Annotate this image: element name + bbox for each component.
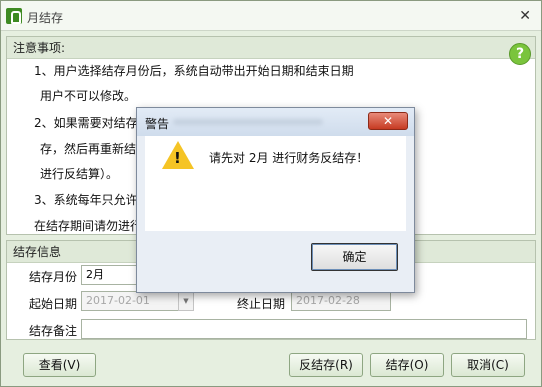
note-label: 结存备注	[29, 324, 78, 338]
notice-line-4: 存，然后再重新结	[40, 142, 137, 156]
dialog-ok-button[interactable]: 确定	[311, 243, 398, 271]
dialog-close-button[interactable]: ✕	[368, 112, 408, 130]
close-month-button[interactable]: 结存(O)	[370, 353, 444, 377]
end-date-label: 终止日期	[237, 297, 286, 311]
warning-exclamation: !	[174, 149, 181, 167]
notice-header: 注意事项:	[7, 37, 535, 59]
dialog-title-blurred-text	[173, 119, 323, 125]
window-close-button[interactable]: ✕	[519, 8, 531, 24]
notice-line-2: 用户不可以修改。	[40, 89, 137, 103]
warning-dialog: 警告 ✕ ! 请先对 2月 进行财务反结存！ 确定	[136, 107, 415, 293]
note-input[interactable]	[81, 319, 527, 339]
notice-line-1: 1、用户选择结存月份后，系统自动带出开始日期和结束日期	[34, 64, 354, 78]
window-title: 月结存	[27, 11, 64, 25]
notice-line-6: 3、系统每年只允许	[34, 193, 138, 207]
cancel-button[interactable]: 取消(C)	[451, 353, 525, 377]
notice-line-3: 2、如果需要对结存	[34, 116, 138, 130]
title-bar: 月结存 ✕	[1, 1, 541, 31]
view-button[interactable]: 查看(V)	[23, 353, 96, 377]
start-date-field: 2017-02-01	[81, 291, 179, 311]
end-date-field: 2017-02-28	[291, 291, 391, 311]
dialog-title: 警告	[145, 117, 170, 131]
notice-line-7: 在结存期间请勿进行	[34, 219, 143, 233]
app-icon	[6, 8, 22, 24]
dialog-message: 请先对 2月 进行财务反结存！	[209, 151, 369, 165]
reverse-close-button[interactable]: 反结存(R)	[289, 353, 363, 377]
help-icon[interactable]: ?	[509, 43, 531, 65]
start-date-label: 起始日期	[29, 297, 78, 311]
notice-line-5: 进行反结算）。	[40, 167, 119, 181]
start-date-dropdown: ▼	[178, 291, 194, 311]
dialog-title-bar: 警告 ✕	[137, 108, 414, 136]
month-select[interactable]: 2月	[81, 265, 141, 285]
month-label: 结存月份	[29, 270, 78, 284]
